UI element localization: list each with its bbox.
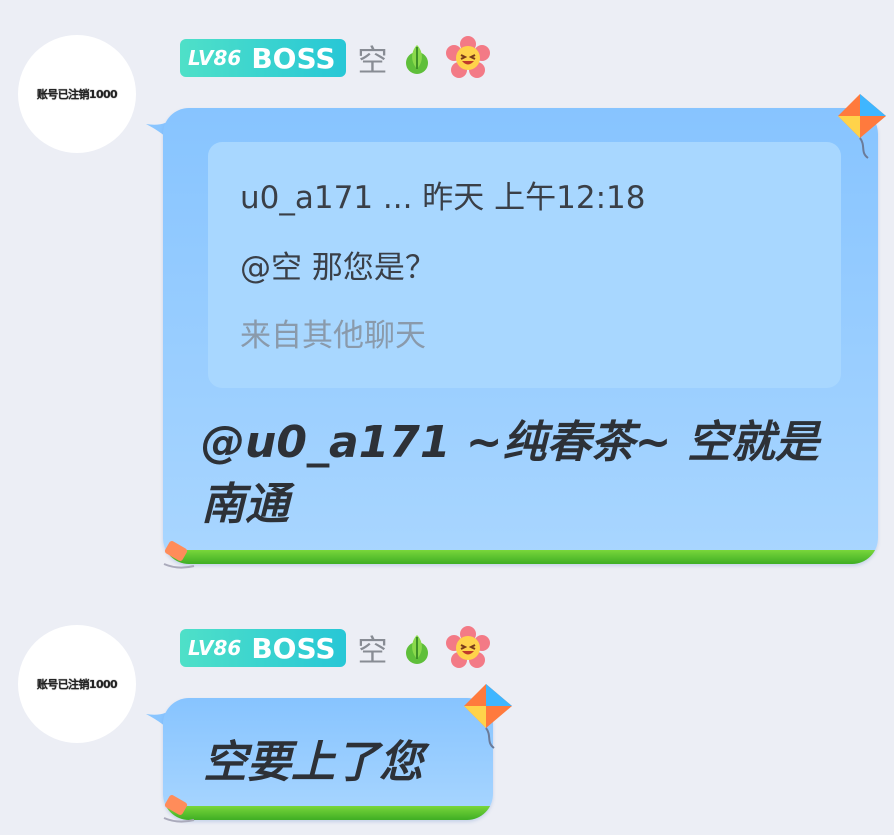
badge-title: BOSS — [251, 41, 336, 75]
tag-icon — [163, 795, 195, 823]
message-text: @u0_a171 ~纯春茶~ 空就是南通 — [201, 417, 819, 530]
message-text: 空要上了您 — [203, 737, 423, 788]
kite-icon — [464, 684, 512, 749]
quote-header: u0_a171 ... 昨天 上午12:18 — [240, 180, 646, 216]
quoted-message[interactable]: u0_a171 ... 昨天 上午12:18 @空 那您是？ 来自其他聊天 — [208, 142, 841, 388]
quote-source: 来自其他聊天 — [240, 318, 426, 354]
flower-face-icon — [445, 36, 490, 78]
bubble-grass-decoration — [163, 550, 878, 564]
level-label: LV86 — [188, 46, 242, 70]
level-badge[interactable]: LV86 BOSS — [180, 39, 346, 77]
chat-message: 账号已注销1000 LV86 BOSS 空 u0_a171 ... 昨天 上午1… — [0, 0, 894, 590]
message-bubble[interactable]: 空要上了您 — [163, 698, 493, 820]
sprout-icon — [405, 635, 428, 664]
level-badge[interactable]: LV86 BOSS — [180, 629, 346, 667]
sender-nickname[interactable]: 空 — [358, 626, 388, 670]
sender-info: LV86 BOSS 空 — [180, 626, 490, 670]
sender-nickname[interactable]: 空 — [358, 36, 388, 80]
chat-message: 账号已注销1000 LV86 BOSS 空 空要上了您 — [0, 590, 894, 835]
avatar-text: 账号已注销1000 — [36, 678, 118, 691]
avatar-text: 账号已注销1000 — [36, 88, 118, 101]
quote-text: @空 那您是？ — [240, 250, 436, 286]
level-label: LV86 — [188, 636, 242, 660]
tag-icon — [163, 541, 195, 569]
sprout-icon — [405, 45, 428, 74]
bubble-grass-decoration — [163, 806, 493, 820]
sender-info: LV86 BOSS 空 — [180, 36, 490, 80]
avatar[interactable]: 账号已注销1000 — [18, 35, 136, 153]
kite-icon — [838, 94, 886, 159]
flower-face-icon — [445, 626, 490, 668]
badge-title: BOSS — [251, 631, 336, 665]
avatar[interactable]: 账号已注销1000 — [18, 625, 136, 743]
message-bubble[interactable]: u0_a171 ... 昨天 上午12:18 @空 那您是？ 来自其他聊天 @u… — [163, 108, 878, 564]
